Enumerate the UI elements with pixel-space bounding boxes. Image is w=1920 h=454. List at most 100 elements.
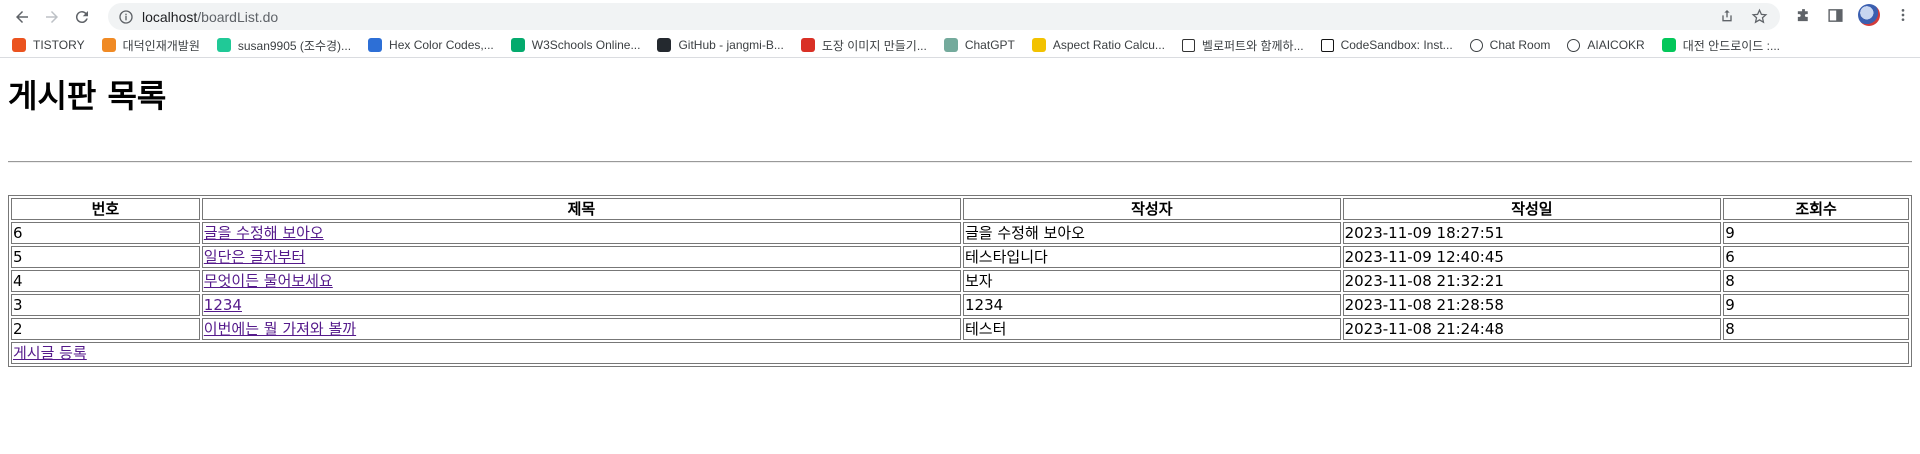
bookmark-star-icon[interactable] xyxy=(1750,7,1768,25)
bookmark-label: Aspect Ratio Calcu... xyxy=(1052,38,1165,52)
cafe-icon xyxy=(1661,38,1676,52)
bookmark-item[interactable]: 대전 안드로이드 :... xyxy=(1661,37,1781,54)
bookmark-item[interactable]: Hex Color Codes,... xyxy=(368,38,494,52)
cell-views: 6 xyxy=(1723,246,1909,268)
cell-views: 8 xyxy=(1723,318,1909,340)
post-title-link[interactable]: 이번에는 뭘 가져와 볼까 xyxy=(204,320,356,338)
w3schools-icon xyxy=(510,38,525,52)
url-text[interactable]: localhost/boardList.do xyxy=(142,9,278,25)
aspect-ratio-icon xyxy=(1031,38,1046,52)
cell-writer: 글을 수정해 보아오 xyxy=(963,222,1341,244)
bookmarks-bar: TISTORY 대덕인재개발원 susan9905 (조수경)... Hex Colo… xyxy=(0,33,1920,58)
bookmark-label: ChatGPT xyxy=(964,38,1015,52)
register-post-link[interactable]: 게시글 등록 xyxy=(13,344,87,362)
bookmark-item[interactable]: CodeSandbox: Inst... xyxy=(1320,38,1453,52)
url-host: localhost xyxy=(142,8,198,25)
bookmark-item[interactable]: TISTORY xyxy=(12,38,85,52)
table-header-row: 번호 제목 작성자 작성일 조회수 xyxy=(11,198,1909,220)
globe-icon xyxy=(1469,38,1483,52)
cell-date: 2023-11-08 21:32:21 xyxy=(1342,270,1722,292)
cell-writer: 테스타입니다 xyxy=(963,246,1341,268)
bookmark-label: GitHub - jangmi-B... xyxy=(678,38,784,52)
forward-button[interactable] xyxy=(37,2,67,32)
url-path: /boardList.do xyxy=(197,8,279,25)
share-icon[interactable] xyxy=(1718,7,1736,25)
cell-no: 4 xyxy=(11,270,200,292)
table-row: 5 일단은 글자부터 테스타입니다 2023-11-09 12:40:45 6 xyxy=(11,246,1909,268)
bookmark-label: Chat Room xyxy=(1489,38,1551,52)
back-button[interactable] xyxy=(7,2,37,32)
codesandbox-icon xyxy=(1320,38,1334,52)
bookmark-label: CodeSandbox: Inst... xyxy=(1340,38,1453,52)
column-header-views: 조회수 xyxy=(1723,198,1909,220)
bookmark-item[interactable]: susan9905 (조수경)... xyxy=(216,37,352,54)
cell-date: 2023-11-09 12:40:45 xyxy=(1342,246,1722,268)
bookmark-label: TISTORY xyxy=(33,38,85,52)
register-cell: 게시글 등록 xyxy=(11,342,1909,364)
bookmark-item[interactable]: GitHub - jangmi-B... xyxy=(657,38,784,52)
bookmark-item[interactable]: ChatGPT xyxy=(943,38,1015,52)
profile-avatar[interactable] xyxy=(1858,4,1880,26)
extensions-icon[interactable] xyxy=(1794,6,1812,24)
bookmark-item[interactable]: W3Schools Online... xyxy=(510,38,641,52)
table-row: 4 무엇이든 물어보세요 보자 2023-11-08 21:32:21 8 xyxy=(11,270,1909,292)
menu-kebab-icon[interactable] xyxy=(1894,6,1912,24)
cell-views: 8 xyxy=(1723,270,1909,292)
bookmark-item[interactable]: Chat Room xyxy=(1469,38,1551,52)
cell-no: 5 xyxy=(11,246,200,268)
bookmark-label: susan9905 (조수경)... xyxy=(237,38,352,53)
hex-color-icon xyxy=(368,38,383,52)
cell-writer: 1234 xyxy=(963,294,1341,316)
table-row: 6 글을 수정해 보아오 글을 수정해 보아오 2023-11-09 18:27:51… xyxy=(11,222,1909,244)
bookmark-label: 대덕인재개발원 xyxy=(122,38,200,53)
cell-title: 이번에는 뭘 가져와 볼까 xyxy=(201,318,961,340)
table-row: 3 1234 1234 2023-11-08 21:28:58 9 xyxy=(11,294,1909,316)
column-header-date: 작성일 xyxy=(1342,198,1722,220)
github-icon xyxy=(657,38,672,52)
globe-icon xyxy=(1567,38,1581,52)
reload-button[interactable] xyxy=(67,2,97,32)
back-arrow-icon xyxy=(16,10,28,23)
bookmark-item[interactable]: AIAICOKR xyxy=(1567,38,1645,52)
cell-writer: 보자 xyxy=(963,270,1341,292)
cell-no: 3 xyxy=(11,294,200,316)
column-header-writer: 작성자 xyxy=(963,198,1341,220)
site-info-icon[interactable] xyxy=(118,9,134,25)
cell-title: 1234 xyxy=(201,294,961,316)
address-bar[interactable]: localhost/boardList.do xyxy=(108,3,1780,30)
cell-title: 일단은 글자부터 xyxy=(201,246,961,268)
cell-views: 9 xyxy=(1723,222,1909,244)
cell-no: 2 xyxy=(11,318,200,340)
bookmark-label: 벨로퍼트와 함께하... xyxy=(1201,38,1304,53)
browser-toolbar: localhost/boardList.do xyxy=(0,0,1920,33)
velog-icon xyxy=(216,38,231,52)
post-title-link[interactable]: 글을 수정해 보아오 xyxy=(204,224,324,242)
bookmark-label: AIAICOKR xyxy=(1587,38,1645,52)
page-content: 게시판 목록 번호 제목 작성자 작성일 조회수 6 글을 수정해 보아오 글을 수… xyxy=(0,76,1920,367)
cell-date: 2023-11-09 18:27:51 xyxy=(1342,222,1722,244)
cell-title: 글을 수정해 보아오 xyxy=(201,222,961,244)
column-header-title: 제목 xyxy=(201,198,961,220)
bookmark-label: 도장 이미지 만들기... xyxy=(821,38,927,53)
bookmark-label: W3Schools Online... xyxy=(531,38,641,52)
cell-date: 2023-11-08 21:28:58 xyxy=(1342,294,1722,316)
register-row: 게시글 등록 xyxy=(11,342,1909,364)
chatgpt-icon xyxy=(943,38,958,52)
post-title-link[interactable]: 일단은 글자부터 xyxy=(204,248,305,266)
post-title-link[interactable]: 무엇이든 물어보세요 xyxy=(204,272,333,290)
cell-title: 무엇이든 물어보세요 xyxy=(201,270,961,292)
bookmark-item[interactable]: 벨로퍼트와 함께하... xyxy=(1181,37,1304,54)
cell-date: 2023-11-08 21:24:48 xyxy=(1342,318,1722,340)
divider xyxy=(8,161,1912,162)
forward-arrow-icon xyxy=(46,10,58,23)
bookmark-item[interactable]: 대덕인재개발원 xyxy=(101,37,200,54)
side-panel-icon[interactable] xyxy=(1826,6,1844,24)
bookmark-label: 대전 안드로이드 :... xyxy=(1682,38,1781,53)
page-title: 게시판 목록 xyxy=(8,77,167,115)
tistory-icon xyxy=(12,38,26,52)
cell-writer: 테스터 xyxy=(963,318,1341,340)
post-title-link[interactable]: 1234 xyxy=(204,296,242,314)
bookmark-item[interactable]: 도장 이미지 만들기... xyxy=(800,37,927,54)
table-row: 2 이번에는 뭘 가져와 볼까 테스터 2023-11-08 21:24:48 8 xyxy=(11,318,1909,340)
bookmark-item[interactable]: Aspect Ratio Calcu... xyxy=(1031,38,1165,52)
